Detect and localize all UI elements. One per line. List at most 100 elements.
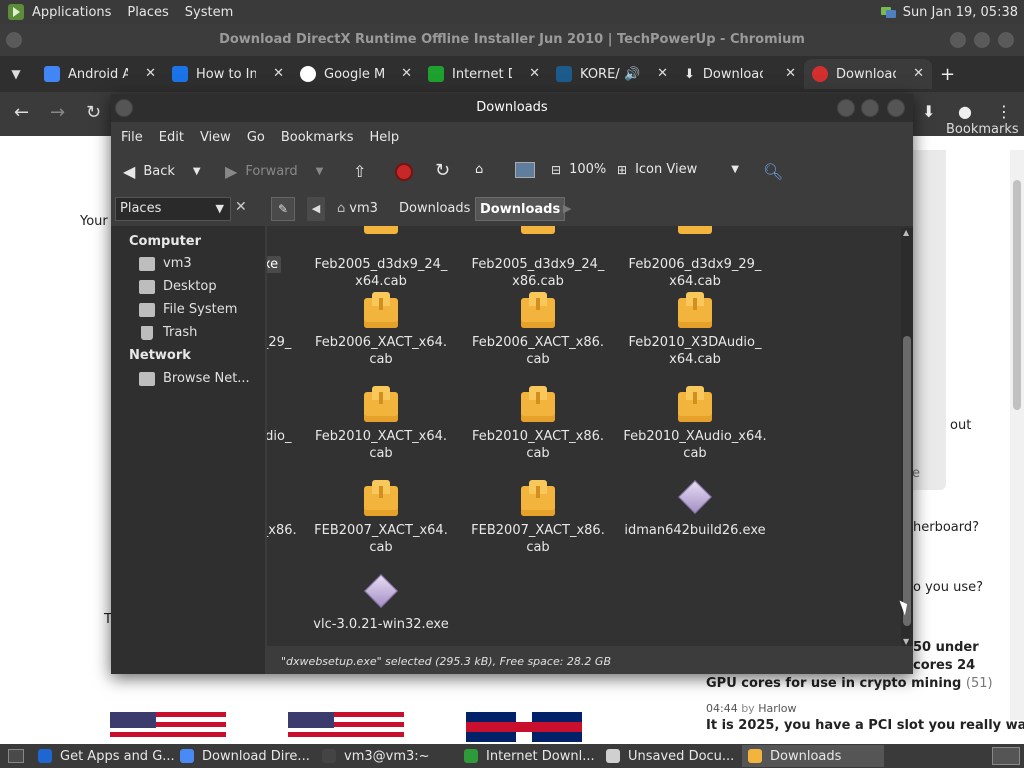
tab-close-icon[interactable]: ✕ bbox=[913, 66, 924, 81]
profile-icon[interactable]: ● bbox=[958, 102, 972, 121]
menu-view[interactable]: View bbox=[192, 130, 239, 145]
file-item-exe[interactable]: idman642build26.exe bbox=[615, 480, 775, 539]
breadcrumb-vm3[interactable]: ⌂ vm3 bbox=[333, 197, 382, 221]
sidebar-item-trash[interactable]: Trash bbox=[139, 325, 197, 340]
forward-button[interactable]: ▶ Forward ▼ bbox=[225, 162, 323, 181]
taskbar-item[interactable]: Internet Downl... bbox=[458, 745, 600, 767]
browser-tab-active[interactable]: Download ✕ bbox=[804, 59, 932, 89]
view-mode-select[interactable]: ⊞ Icon View ▼ bbox=[617, 162, 739, 177]
scroll-up-icon[interactable]: ▲ bbox=[903, 228, 909, 237]
applications-menu-icon[interactable] bbox=[8, 4, 24, 20]
chromium-menu-icon[interactable] bbox=[6, 32, 22, 48]
browser-tab[interactable]: Google M ✕ bbox=[292, 59, 420, 89]
tab-close-icon[interactable]: ✕ bbox=[785, 66, 796, 81]
taskbar-item[interactable]: vm3@vm3:~ bbox=[316, 745, 458, 767]
path-scroll-left-icon[interactable]: ◀ bbox=[307, 197, 325, 221]
menu-go[interactable]: Go bbox=[239, 130, 273, 145]
file-item-cab[interactable]: Feb2006_d3dx9_29_ x86.cab bbox=[267, 292, 305, 368]
file-item-cab[interactable]: Feb2010_XAudio_x64. cab bbox=[615, 386, 775, 462]
tab-close-icon[interactable]: ✕ bbox=[145, 66, 156, 81]
minimize-icon[interactable] bbox=[950, 32, 966, 48]
breadcrumb-downloads[interactable]: Downloads bbox=[395, 197, 474, 221]
sidebar-item-vm3[interactable]: vm3 bbox=[139, 256, 192, 271]
page-link[interactable]: 50 under bbox=[913, 640, 979, 655]
places-menu[interactable]: Places bbox=[119, 5, 176, 20]
page-link[interactable]: o you use? bbox=[913, 580, 983, 595]
search-icon[interactable]: 🔍︎ bbox=[763, 162, 783, 181]
applications-menu[interactable]: Applications bbox=[24, 5, 119, 20]
taskbar-item[interactable]: Downloads bbox=[742, 745, 884, 767]
new-tab-button[interactable]: + bbox=[940, 64, 955, 85]
page-scrollbar[interactable] bbox=[1010, 150, 1024, 720]
us-flag-image[interactable] bbox=[288, 712, 404, 742]
system-menu[interactable]: System bbox=[177, 5, 241, 20]
taskbar-item[interactable]: Download Dire... bbox=[174, 745, 316, 767]
path-scroll-right-icon[interactable]: ▶ bbox=[563, 197, 571, 221]
page-scrollbar-thumb[interactable] bbox=[1013, 180, 1021, 410]
reload-icon[interactable]: ↻ bbox=[86, 102, 101, 123]
sidebar-item-desktop[interactable]: Desktop bbox=[139, 279, 217, 294]
file-item-cab[interactable]: Feb2005_d3dx9_24_ x64.cab bbox=[301, 226, 461, 290]
file-view-scrollbar[interactable]: ▲ ▼ bbox=[901, 228, 913, 646]
sidebar-type-select[interactable]: Places ▼ bbox=[115, 197, 231, 221]
stop-icon[interactable] bbox=[395, 163, 413, 181]
taskbar-item[interactable]: Unsaved Docu... bbox=[600, 745, 742, 767]
chevron-down-icon[interactable]: ▼ bbox=[193, 166, 201, 177]
menu-edit[interactable]: Edit bbox=[151, 130, 192, 145]
file-view-scrollbar-thumb[interactable] bbox=[903, 336, 911, 626]
taskbar-item[interactable]: Get Apps and G... bbox=[32, 745, 174, 767]
file-item-exe[interactable]: dxwebsetup.exe bbox=[267, 226, 305, 273]
clock[interactable]: Sun Jan 19, 05:38 bbox=[903, 5, 1018, 20]
menu-bookmarks[interactable]: Bookmarks bbox=[273, 130, 362, 145]
show-desktop-button[interactable] bbox=[8, 749, 24, 763]
file-item-cab[interactable]: Feb2006_XACT_x86. cab bbox=[458, 292, 618, 368]
browser-tab[interactable]: How to In ✕ bbox=[164, 59, 292, 89]
forward-arrow-icon[interactable]: → bbox=[50, 102, 65, 123]
window-menu-icon[interactable] bbox=[115, 99, 133, 117]
file-item-cab[interactable]: Feb2010_XAudio_x86. cab bbox=[267, 480, 305, 556]
file-item-cab[interactable]: Feb2006_XACT_x64. cab bbox=[301, 292, 461, 368]
file-item-cab[interactable]: Feb2010_XACT_x86. cab bbox=[458, 386, 618, 462]
tab-close-icon[interactable]: ✕ bbox=[657, 66, 668, 81]
tab-close-icon[interactable]: ✕ bbox=[529, 66, 540, 81]
speaker-icon[interactable]: 🔊 bbox=[624, 67, 640, 82]
page-link[interactable]: GPU cores for use in crypto mining (51) bbox=[706, 676, 993, 691]
workspace-switcher[interactable] bbox=[992, 747, 1020, 765]
tab-search-icon[interactable]: ▼ bbox=[4, 62, 28, 86]
file-item-cab[interactable]: Feb2006_d3dx9_29_ x64.cab bbox=[615, 226, 775, 290]
file-icon-view[interactable]: dxwebsetup.exe Feb2005_d3dx9_24_ x64.cab F… bbox=[267, 226, 913, 646]
file-item-cab[interactable]: Feb2010_XACT_x64. cab bbox=[301, 386, 461, 462]
zoom-out-button[interactable]: ⊟ 100% bbox=[551, 162, 606, 177]
minimize-icon[interactable] bbox=[837, 99, 855, 117]
back-arrow-icon[interactable]: ← bbox=[14, 102, 29, 123]
reload-icon[interactable]: ↻ bbox=[435, 160, 450, 181]
file-manager-titlebar[interactable]: Downloads bbox=[111, 94, 913, 122]
close-icon[interactable] bbox=[887, 99, 905, 117]
computer-icon[interactable] bbox=[515, 162, 535, 178]
up-arrow-icon[interactable]: ⇧ bbox=[353, 162, 366, 181]
home-icon[interactable]: ⌂ bbox=[475, 162, 483, 177]
sidebar-item-browse-network[interactable]: Browse Net... bbox=[139, 371, 250, 386]
uk-flag-image[interactable] bbox=[466, 712, 582, 742]
file-item-exe[interactable]: MBSetup.exe bbox=[267, 574, 305, 633]
scroll-down-icon[interactable]: ▼ bbox=[903, 637, 909, 646]
menu-file[interactable]: File bbox=[113, 130, 151, 145]
menu-help[interactable]: Help bbox=[361, 130, 407, 145]
page-link[interactable]: It is 2025, you have a PCI slot you real… bbox=[706, 718, 1024, 733]
browser-tab[interactable]: Android A ✕ bbox=[36, 59, 164, 89]
edit-path-icon[interactable]: ✎ bbox=[271, 197, 295, 221]
us-flag-image[interactable] bbox=[110, 712, 226, 742]
network-status-icon[interactable] bbox=[880, 6, 897, 18]
back-button[interactable]: ◀ Back ▼ bbox=[123, 162, 201, 181]
browser-tab[interactable]: Internet D ✕ bbox=[420, 59, 548, 89]
bookmarks-bar-label[interactable]: Bookmarks bbox=[946, 122, 1019, 137]
tab-close-icon[interactable]: ✕ bbox=[273, 66, 284, 81]
more-menu-icon[interactable]: ⋮ bbox=[996, 102, 1012, 121]
breadcrumb-downloads-current[interactable]: Downloads bbox=[475, 197, 566, 221]
maximize-icon[interactable] bbox=[974, 32, 990, 48]
file-item-cab[interactable]: Feb2010_X3DAudio_ x86.cab bbox=[267, 386, 305, 462]
browser-tab[interactable]: KORE/ 🔊 ✕ bbox=[548, 59, 676, 89]
page-link[interactable]: cores 24 bbox=[913, 658, 975, 673]
file-item-cab[interactable]: FEB2007_XACT_x64. cab bbox=[301, 480, 461, 556]
maximize-icon[interactable] bbox=[861, 99, 879, 117]
